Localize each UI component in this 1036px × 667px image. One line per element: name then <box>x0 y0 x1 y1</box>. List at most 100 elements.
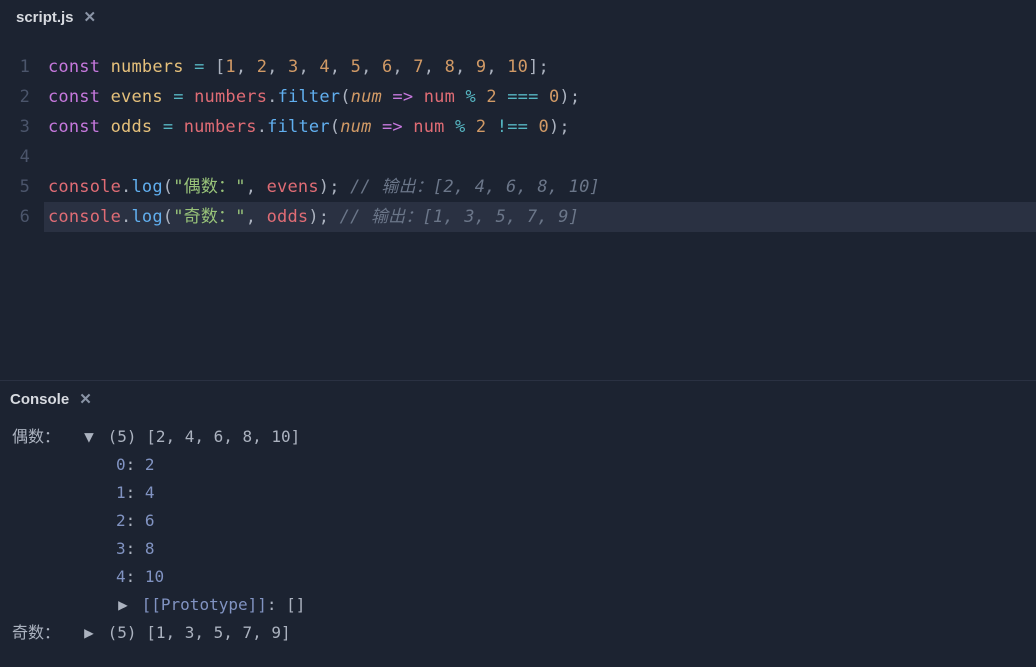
code-lines[interactable]: const numbers = [1, 2, 3, 4, 5, 6, 7, 8,… <box>48 52 1036 232</box>
keyword: const <box>48 87 100 107</box>
code-line[interactable]: const evens = numbers.filter(num => num … <box>48 82 1036 112</box>
editor-tab-bar: script.js ✕ <box>0 0 1036 34</box>
close-icon[interactable]: ✕ <box>79 390 92 408</box>
array-preview: [2, 4, 6, 8, 10] <box>146 427 300 446</box>
method: log <box>131 177 162 197</box>
identifier: evens <box>267 177 319 197</box>
prototype-value: [] <box>286 595 305 614</box>
code-line[interactable]: console.log("奇数：", odds); // 输出：[1, 3, 5… <box>44 202 1036 232</box>
punct: . <box>121 177 131 197</box>
line-number: 1 <box>0 52 30 82</box>
punct: ; <box>559 117 569 137</box>
item-index: 0 <box>116 455 126 474</box>
identifier: num <box>413 117 444 137</box>
log-content: ▶ (5) [1, 3, 5, 7, 9] <box>82 619 1024 647</box>
keyword: const <box>48 57 100 77</box>
console-log-row: 奇数： ▶ (5) [1, 3, 5, 7, 9] <box>12 619 1024 647</box>
file-tab[interactable]: script.js ✕ <box>10 4 102 30</box>
punct: . <box>257 117 267 137</box>
item-value: 8 <box>145 539 155 558</box>
operator: = <box>163 117 173 137</box>
param: num <box>351 87 382 107</box>
identifier: odds <box>111 117 153 137</box>
comment: // 输出：[1, 3, 5, 7, 9] <box>340 207 579 227</box>
number: 0 <box>549 87 559 107</box>
array-length: (5) <box>108 427 137 446</box>
punct: . <box>267 87 277 107</box>
punct: ; <box>539 57 549 77</box>
prototype-row: ▶ [[Prototype]]: [] <box>12 591 1024 619</box>
punct: ) <box>559 87 569 107</box>
identifier: console <box>48 177 121 197</box>
close-icon[interactable]: ✕ <box>84 8 97 26</box>
log-content: ▼ (5) [2, 4, 6, 8, 10] <box>82 423 1024 451</box>
item-value: 4 <box>145 483 155 502</box>
prototype-key: [[Prototype]] <box>142 595 267 614</box>
line-number: 4 <box>0 142 30 172</box>
array-item: 3: 8 <box>116 535 1024 563</box>
line-number: 6 <box>0 202 30 232</box>
item-value: 10 <box>145 567 164 586</box>
punct: . <box>121 207 131 227</box>
punct: ( <box>340 87 350 107</box>
operator: === <box>507 87 538 107</box>
editor-pane: script.js ✕ 1 2 3 4 5 6 const numbers = … <box>0 0 1036 380</box>
string: "奇数：" <box>173 207 245 227</box>
array-length: (5) <box>108 623 137 642</box>
item-index: 2 <box>116 511 126 530</box>
number: 2 <box>476 117 486 137</box>
code-line[interactable]: const odds = numbers.filter(num => num %… <box>48 112 1036 142</box>
chevron-right-icon[interactable]: ▶ <box>116 591 130 619</box>
punct: ( <box>330 117 340 137</box>
console-tab-bar: Console ✕ <box>0 381 1036 417</box>
keyword: const <box>48 117 100 137</box>
code-area[interactable]: 1 2 3 4 5 6 const numbers = [1, 2, 3, 4,… <box>0 34 1036 232</box>
punct: , <box>246 207 256 227</box>
console-tab[interactable]: Console ✕ <box>10 390 92 408</box>
punct: ; <box>319 207 329 227</box>
operator: % <box>455 117 465 137</box>
operator: % <box>465 87 475 107</box>
line-number: 3 <box>0 112 30 142</box>
comment: // 输出：[2, 4, 6, 8, 10] <box>350 177 600 197</box>
item-index: 3 <box>116 539 126 558</box>
code-line[interactable]: const numbers = [1, 2, 3, 4, 5, 6, 7, 8,… <box>48 52 1036 82</box>
arrow: => <box>392 87 413 107</box>
chevron-down-icon[interactable]: ▼ <box>82 423 96 451</box>
punct: ) <box>319 177 329 197</box>
operator: = <box>173 87 183 107</box>
line-number: 5 <box>0 172 30 202</box>
operator: = <box>194 57 204 77</box>
console-pane: Console ✕ 偶数： ▼ (5) [2, 4, 6, 8, 10] 0: … <box>0 380 1036 667</box>
array-item: 1: 4 <box>116 479 1024 507</box>
item-value: 6 <box>145 511 155 530</box>
method: filter <box>267 117 330 137</box>
chevron-right-icon[interactable]: ▶ <box>82 619 96 647</box>
identifier: numbers <box>111 57 184 77</box>
console-log-row: 偶数： ▼ (5) [2, 4, 6, 8, 10] <box>12 423 1024 451</box>
item-index: 1 <box>116 483 126 502</box>
punct: ; <box>329 177 339 197</box>
line-gutter: 1 2 3 4 5 6 <box>0 52 48 232</box>
identifier: numbers <box>194 87 267 107</box>
identifier: odds <box>267 207 309 227</box>
array-items: 0: 2 1: 4 2: 6 3: 8 4: 10 <box>12 451 1024 591</box>
punct: ( <box>163 207 173 227</box>
punct: , <box>246 177 256 197</box>
log-label: 偶数： <box>12 423 82 451</box>
operator: !== <box>497 117 528 137</box>
console-body: 偶数： ▼ (5) [2, 4, 6, 8, 10] 0: 2 1: 4 2: … <box>0 417 1036 651</box>
line-number: 2 <box>0 82 30 112</box>
array-item: 2: 6 <box>116 507 1024 535</box>
number: 2 <box>486 87 496 107</box>
array-preview: [1, 3, 5, 7, 9] <box>146 623 291 642</box>
identifier: numbers <box>184 117 257 137</box>
code-line[interactable] <box>48 142 1036 172</box>
number: 0 <box>539 117 549 137</box>
punct: ) <box>549 117 559 137</box>
param: num <box>340 117 371 137</box>
code-line[interactable]: console.log("偶数：", evens); // 输出：[2, 4, … <box>48 172 1036 202</box>
punct: ) <box>308 207 318 227</box>
console-tab-label: Console <box>10 391 69 408</box>
string: "偶数：" <box>173 177 245 197</box>
